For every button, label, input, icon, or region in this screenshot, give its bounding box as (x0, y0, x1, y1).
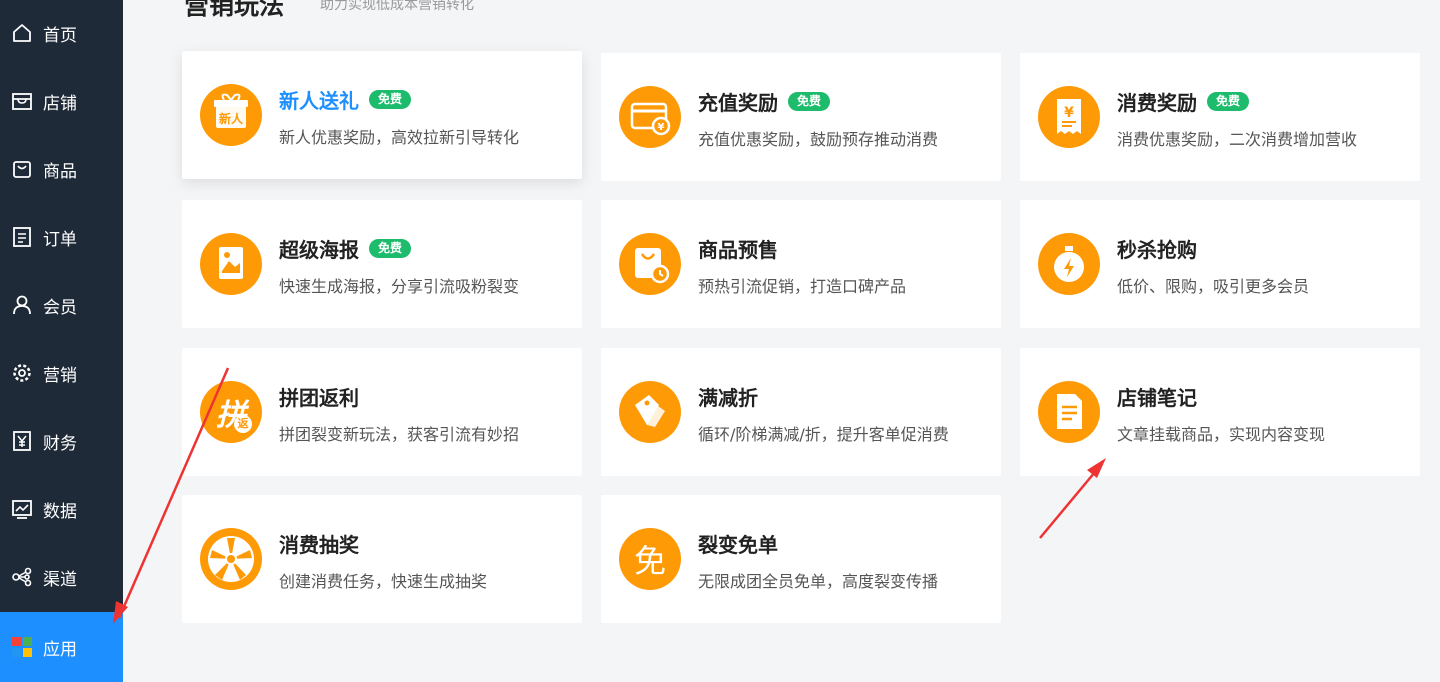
sidebar-item-label: 会员 (43, 297, 77, 318)
card-store-notes[interactable]: 店铺笔记 文章挂载商品，实现内容变现 (1020, 348, 1420, 476)
home-icon (11, 22, 33, 44)
icon-text: 免 (633, 542, 666, 580)
yuan-icon (11, 430, 33, 452)
apps-icon (11, 636, 33, 658)
card-title: 裂变免单 (698, 533, 778, 557)
note-icon (1038, 381, 1100, 443)
group-rebate-icon: 拼 返 (200, 381, 262, 443)
order-icon (11, 226, 33, 248)
sidebar-item-members[interactable]: 会员 (0, 272, 123, 338)
user-icon (11, 294, 33, 316)
card-title: 满减折 (698, 386, 758, 410)
card-title: 新人送礼 (279, 89, 359, 113)
card-title: 充值奖励 (698, 91, 778, 115)
card-super-poster[interactable]: 超级海报 免费 快速生成海报，分享引流吸粉裂变 (182, 200, 582, 328)
sidebar-item-label: 店铺 (43, 93, 77, 114)
icon-sub-text: 返 (234, 415, 252, 433)
card-title: 消费抽奖 (279, 533, 359, 557)
presale-bag-icon (619, 233, 681, 295)
card-desc: 新人优惠奖励，高效拉新引导转化 (279, 128, 520, 147)
sidebar-item-label: 首页 (43, 25, 77, 46)
card-desc: 创建消费任务，快速生成抽奖 (279, 572, 488, 591)
receipt-icon: ¥ (1038, 86, 1100, 148)
gift-icon: 新人 (200, 84, 262, 146)
icon-text: 新人 (218, 112, 243, 126)
share-icon (11, 566, 33, 588)
sidebar-item-label: 商品 (43, 161, 77, 182)
sidebar-item-apps[interactable]: 应用 (0, 612, 123, 682)
card-group-rebate[interactable]: 拼 返 拼团返利 拼团裂变新玩法，获客引流有妙招 (182, 348, 582, 476)
free-badge: 免费 (1207, 92, 1250, 111)
sidebar-item-channels[interactable]: 渠道 (0, 544, 123, 610)
store-icon (11, 90, 33, 112)
card-desc: 拼团裂变新玩法，获客引流有妙招 (279, 425, 520, 444)
bag-icon (11, 158, 33, 180)
sidebar-item-home[interactable]: 首页 (0, 0, 123, 66)
card-title: 消费奖励 (1117, 91, 1197, 115)
svg-text:¥: ¥ (658, 122, 665, 133)
free-badge: 免费 (369, 90, 412, 109)
card-lottery[interactable]: 消费抽奖 创建消费任务，快速生成抽奖 (182, 495, 582, 623)
chart-icon (11, 498, 33, 520)
page-subtitle: 助力实现低成本营销转化 (320, 0, 474, 13)
sidebar-item-marketing[interactable]: 营销 (0, 340, 123, 406)
sidebar: 首页 店铺 商品 订单 会员 营销 财务 数据 渠道 应用 (0, 0, 123, 682)
sidebar-item-label: 营销 (43, 365, 77, 386)
card-flash-sale[interactable]: 秒杀抢购 低价、限购，吸引更多会员 (1020, 200, 1420, 328)
poster-icon (200, 233, 262, 295)
card-new-user-gift[interactable]: 新人 新人送礼 免费 新人优惠奖励，高效拉新引导转化 (182, 51, 582, 179)
card-desc: 循环/阶梯满减/折，提升客单促消费 (698, 425, 949, 444)
sidebar-item-orders[interactable]: 订单 (0, 204, 123, 270)
sidebar-item-label: 财务 (43, 433, 77, 454)
card-recharge-reward[interactable]: ¥ 充值奖励 免费 充值优惠奖励，鼓励预存推动消费 (601, 53, 1001, 181)
card-desc: 充值优惠奖励，鼓励预存推动消费 (698, 130, 939, 149)
stopwatch-icon (1038, 233, 1100, 295)
card-desc: 文章挂载商品，实现内容变现 (1117, 425, 1326, 444)
card-title: 超级海报 (279, 238, 359, 262)
card-desc: 快速生成海报，分享引流吸粉裂变 (279, 277, 520, 296)
card-title: 商品预售 (698, 238, 778, 262)
sidebar-item-label: 应用 (43, 639, 77, 660)
card-title: 店铺笔记 (1117, 386, 1197, 410)
svg-text:¥: ¥ (1064, 105, 1074, 121)
sidebar-item-label: 订单 (43, 229, 77, 250)
card-title: 秒杀抢购 (1117, 238, 1197, 262)
card-desc: 预热引流促销，打造口碑产品 (698, 277, 907, 296)
sidebar-item-goods[interactable]: 商品 (0, 136, 123, 202)
card-desc: 低价、限购，吸引更多会员 (1117, 277, 1310, 296)
card-desc: 无限成团全员免单，高度裂变传播 (698, 572, 939, 591)
recharge-card-icon: ¥ (619, 86, 681, 148)
card-presale[interactable]: 商品预售 预热引流促销，打造口碑产品 (601, 200, 1001, 328)
sidebar-item-label: 渠道 (43, 569, 77, 590)
tags-icon (619, 381, 681, 443)
lottery-wheel-icon (200, 528, 262, 590)
free-order-icon: 免 (619, 528, 681, 590)
card-consume-reward[interactable]: ¥ 消费奖励 免费 消费优惠奖励，二次消费增加营收 (1020, 53, 1420, 181)
free-badge: 免费 (788, 92, 831, 111)
sidebar-item-store[interactable]: 店铺 (0, 68, 123, 134)
card-title: 拼团返利 (279, 386, 359, 410)
card-discount[interactable]: 满减折 循环/阶梯满减/折，提升客单促消费 (601, 348, 1001, 476)
card-desc: 消费优惠奖励，二次消费增加营收 (1117, 130, 1358, 149)
sidebar-item-label: 数据 (43, 501, 77, 522)
free-badge: 免费 (369, 239, 412, 258)
card-free-order[interactable]: 免 裂变免单 无限成团全员免单，高度裂变传播 (601, 495, 1001, 623)
gear-icon (11, 362, 33, 384)
sidebar-item-data[interactable]: 数据 (0, 476, 123, 542)
sidebar-item-finance[interactable]: 财务 (0, 408, 123, 474)
page-title: 营销玩法 (184, 0, 285, 20)
